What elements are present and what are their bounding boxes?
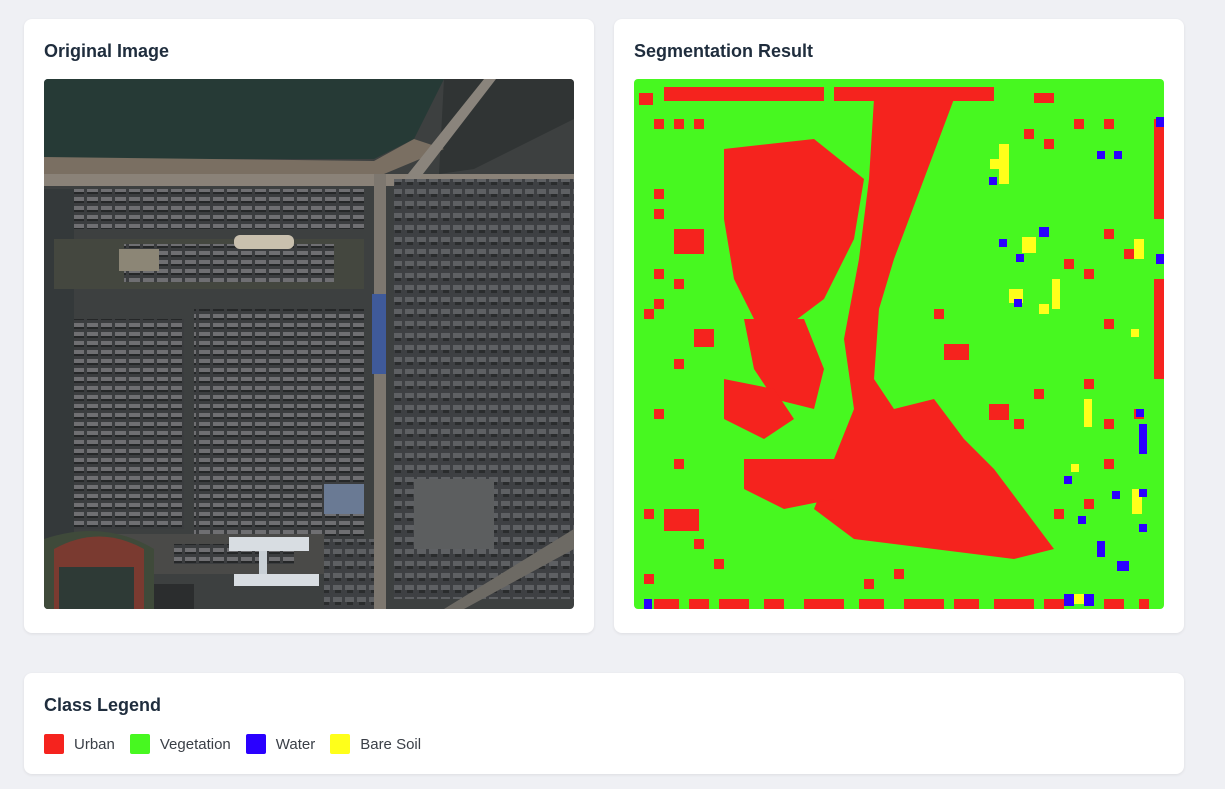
segmentation-result-title: Segmentation Result <box>634 41 814 61</box>
class-legend-panel: Class Legend Urban Vegetation Water Bare… <box>24 673 1184 774</box>
legend-item-vegetation: Vegetation <box>129 734 231 754</box>
water-swatch <box>245 734 266 754</box>
segmentation-image <box>634 79 1164 609</box>
legend-label: Bare Soil <box>360 735 422 753</box>
original-image-panel: Original Image <box>24 19 594 633</box>
original-image-title: Original Image <box>44 41 170 61</box>
legend-item-urban: Urban <box>44 734 115 754</box>
class-legend-title: Class Legend <box>44 695 162 715</box>
segmentation-result-panel: Segmentation Result <box>614 19 1184 633</box>
original-image <box>44 79 574 609</box>
legend-label: Urban <box>74 735 115 753</box>
vegetation-swatch <box>129 734 150 754</box>
legend-label: Water <box>275 735 316 753</box>
legend-item-water: Water <box>245 734 316 754</box>
legend-item-bare-soil: Bare Soil <box>330 734 421 754</box>
legend-label: Vegetation <box>159 735 231 753</box>
urban-swatch <box>44 734 64 754</box>
legend-items: Urban Vegetation Water Bare Soil <box>44 734 436 754</box>
bare-soil-swatch <box>330 734 351 754</box>
